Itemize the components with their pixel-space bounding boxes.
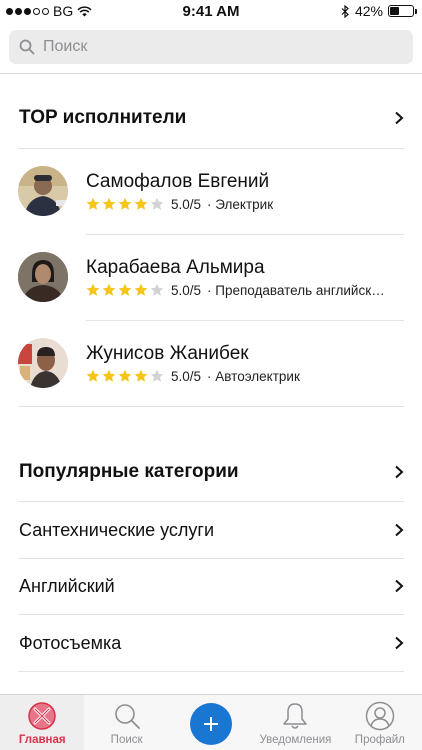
rating-stars xyxy=(86,197,164,211)
profession-label: · Преподаватель английского xyxy=(207,282,388,298)
star-empty-icon xyxy=(150,283,164,296)
star-filled-icon xyxy=(86,197,100,210)
chevron-right-icon xyxy=(395,465,404,479)
top-performers-header[interactable]: TOP исполнители xyxy=(19,90,404,146)
home-x-icon xyxy=(28,702,56,730)
search-input[interactable] xyxy=(43,38,383,56)
tab-add[interactable] xyxy=(169,695,253,750)
star-filled-icon xyxy=(102,197,116,210)
category-item[interactable]: Фотосъемка xyxy=(19,615,404,671)
add-button[interactable] xyxy=(190,703,233,745)
rating-value: 5.0/5 xyxy=(171,282,202,298)
star-filled-icon xyxy=(134,369,148,382)
chevron-right-icon xyxy=(395,111,404,125)
chevron-right-icon xyxy=(395,523,404,537)
tab-label: Поиск xyxy=(110,734,143,746)
rating-value: 5.0/5 xyxy=(171,368,202,384)
star-filled-icon xyxy=(102,283,116,296)
user-icon xyxy=(365,701,395,731)
tab-label: Главная xyxy=(18,734,66,746)
bell-icon xyxy=(283,703,308,729)
avatar xyxy=(18,338,68,388)
avatar xyxy=(18,252,68,302)
star-filled-icon xyxy=(118,369,132,382)
status-right: 42% xyxy=(341,3,417,19)
rating-value: 5.0/5 xyxy=(171,196,202,212)
section-title: TOP исполнители xyxy=(19,107,187,128)
category-item[interactable]: Английский xyxy=(19,558,404,614)
performer-name: Самофалов Евгений xyxy=(86,170,270,192)
performer-name: Жунисов Жанибек xyxy=(86,342,249,364)
battery-icon xyxy=(388,5,417,17)
star-filled-icon xyxy=(86,369,100,382)
star-empty-icon xyxy=(150,369,164,382)
battery-percent: 42% xyxy=(354,3,383,19)
tab-label: Профайл xyxy=(354,734,405,746)
performer-item[interactable]: Карабаева Альмира 5.0/5 · Преподаватель … xyxy=(18,234,404,320)
tab-bar: Главная Поиск Уведомления Профайл xyxy=(0,694,422,750)
divider xyxy=(18,406,404,407)
category-label: Фотосъемка xyxy=(19,632,122,653)
status-bar: BG 9:41 AM 42% xyxy=(0,0,422,22)
rating-stars xyxy=(86,369,164,383)
search-icon xyxy=(114,704,140,729)
star-filled-icon xyxy=(134,197,148,210)
divider xyxy=(18,671,404,672)
tab-label: Уведомления xyxy=(259,734,332,746)
chevron-right-icon xyxy=(395,636,404,650)
star-filled-icon xyxy=(134,283,148,296)
performer-item[interactable]: Самофалов Евгений 5.0/5 · Электрик xyxy=(18,148,404,234)
performer-item[interactable]: Жунисов Жанибек 5.0/5 · Автоэлектрик xyxy=(18,320,404,406)
category-label: Сантехнические услуги xyxy=(19,519,215,540)
performer-name: Карабаева Альмира xyxy=(86,256,265,278)
tab-home[interactable]: Главная xyxy=(0,695,85,750)
tab-profile[interactable]: Профайл xyxy=(338,695,422,750)
avatar xyxy=(18,166,68,216)
star-filled-icon xyxy=(102,369,116,382)
section-title: Популярные категории xyxy=(19,461,239,482)
profession-label: · Электрик xyxy=(207,196,274,212)
search-icon xyxy=(19,39,35,55)
tab-search[interactable]: Поиск xyxy=(84,695,168,750)
category-item[interactable]: Сантехнические услуги xyxy=(19,502,404,558)
profession-label: · Автоэлектрик xyxy=(207,368,300,384)
divider xyxy=(0,73,422,74)
popular-categories-header[interactable]: Популярные категории xyxy=(19,444,404,500)
search-bar[interactable] xyxy=(9,30,413,64)
bluetooth-icon xyxy=(341,4,349,18)
chevron-right-icon xyxy=(395,579,404,593)
star-empty-icon xyxy=(150,197,164,210)
star-filled-icon xyxy=(118,197,132,210)
plus-icon xyxy=(204,717,219,731)
category-label: Английский xyxy=(19,575,115,596)
star-filled-icon xyxy=(86,283,100,296)
star-filled-icon xyxy=(118,283,132,296)
tab-notifications[interactable]: Уведомления xyxy=(253,695,337,750)
rating-stars xyxy=(86,283,164,297)
